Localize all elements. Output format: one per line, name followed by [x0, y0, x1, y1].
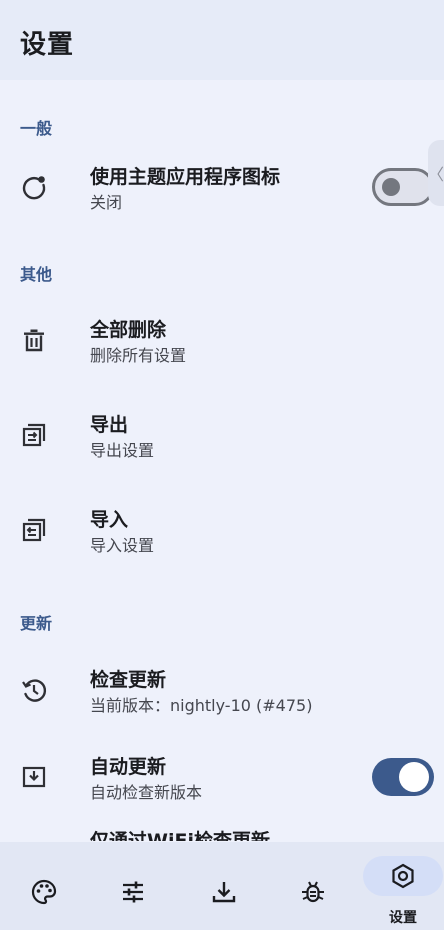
auto-update-toggle[interactable]: [372, 758, 434, 796]
wifi-only-setting-title[interactable]: 仅通过WiFi检查更新: [90, 826, 270, 841]
nav-label-settings: 设置: [389, 910, 417, 926]
toggle-knob: [399, 762, 429, 792]
nav-item-tune[interactable]: [93, 842, 173, 930]
nav-item-theme[interactable]: [4, 842, 84, 930]
page-title: 设置: [20, 30, 75, 60]
download-box-icon: [18, 761, 50, 793]
palette-icon: [26, 878, 62, 906]
bottom-navigation-bar: 设置: [0, 842, 444, 930]
nav-item-download[interactable]: [184, 842, 264, 930]
setting-subtitle: 导入设置: [90, 536, 155, 555]
setting-title: 检查更新: [90, 669, 167, 691]
setting-title: 全部删除: [90, 319, 167, 341]
import-icon: [18, 514, 50, 546]
settings-icon: [385, 862, 421, 890]
section-header-other: 其他: [20, 265, 53, 284]
themed-icon-setting[interactable]: 使用主题应用程序图标 关闭: [0, 152, 444, 222]
history-icon: [18, 674, 50, 706]
check-update-setting[interactable]: 检查更新 当前版本：nightly-10 (#475): [0, 655, 444, 725]
setting-subtitle: 关闭: [90, 193, 123, 212]
download-icon: [206, 878, 242, 906]
delete-all-setting[interactable]: 全部删除 删除所有设置: [0, 305, 444, 375]
export-setting[interactable]: 导出 导出设置: [0, 400, 444, 470]
nav-item-settings[interactable]: 设置: [363, 842, 443, 930]
top-app-bar: 设置: [0, 0, 444, 80]
tune-icon: [115, 878, 151, 906]
bug-icon: [295, 878, 331, 906]
themed-icon-toggle[interactable]: [372, 168, 434, 206]
setting-subtitle: 当前版本：nightly-10 (#475): [90, 696, 313, 715]
auto-update-setting[interactable]: 自动更新 自动检查新版本: [0, 742, 444, 812]
setting-title: 自动更新: [90, 756, 167, 778]
import-setting[interactable]: 导入 导入设置: [0, 495, 444, 565]
toggle-knob: [382, 178, 400, 196]
setting-subtitle: 删除所有设置: [90, 346, 187, 365]
setting-subtitle: 导出设置: [90, 441, 155, 460]
section-header-update: 更新: [20, 614, 53, 633]
edge-panel-handle[interactable]: 〈: [428, 140, 444, 206]
trash-icon: [18, 324, 50, 356]
setting-title: 导出: [90, 414, 129, 436]
theme-refresh-icon: [18, 171, 50, 203]
nav-item-debug[interactable]: [273, 842, 353, 930]
setting-title: 使用主题应用程序图标: [90, 166, 281, 188]
setting-subtitle: 自动检查新版本: [90, 783, 203, 802]
section-header-general: 一般: [20, 119, 53, 138]
export-icon: [18, 419, 50, 451]
setting-title: 导入: [90, 509, 129, 531]
